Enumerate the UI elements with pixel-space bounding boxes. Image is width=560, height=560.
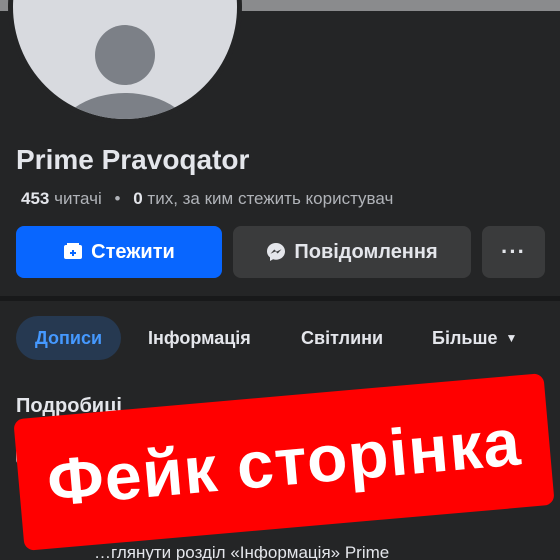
message-button[interactable]: Повідомлення — [233, 226, 471, 278]
tab-more-label: Більше — [432, 327, 498, 348]
more-options-button[interactable]: ··· — [482, 226, 545, 278]
tab-photos[interactable]: Світлини — [286, 316, 398, 360]
stats-separator: • — [114, 189, 121, 208]
avatar-placeholder-body — [54, 93, 196, 119]
follow-label: Стежити — [91, 240, 175, 263]
followers-label[interactable]: читачі — [54, 189, 102, 208]
stamp-text: Фейк сторінка — [44, 404, 524, 520]
more-icon: ··· — [501, 239, 526, 264]
tab-posts[interactable]: Дописи — [16, 316, 121, 360]
profile-avatar[interactable] — [8, 0, 242, 124]
section-divider — [0, 296, 560, 301]
following-label[interactable]: тих, за ким стежить користувач — [147, 189, 393, 208]
avatar-placeholder-head — [95, 25, 155, 85]
profile-name: Prime Pravoqator — [16, 144, 250, 175]
message-label: Повідомлення — [294, 240, 438, 263]
tab-info[interactable]: Інформація — [133, 316, 266, 360]
detail-see-about-link[interactable]: …глянути розділ «Інформація» Prime — [94, 543, 389, 560]
follow-button[interactable]: Стежити — [16, 226, 222, 278]
following-count[interactable]: 0 — [133, 189, 142, 208]
tab-more[interactable]: Більше ▼ — [417, 316, 532, 360]
messenger-icon — [266, 242, 286, 262]
profile-stats: 453 читачі • 0 тих, за ким стежить корис… — [21, 189, 393, 209]
followers-count[interactable]: 453 — [21, 189, 49, 208]
chevron-down-icon: ▼ — [505, 331, 518, 345]
add-friend-icon — [63, 243, 83, 261]
